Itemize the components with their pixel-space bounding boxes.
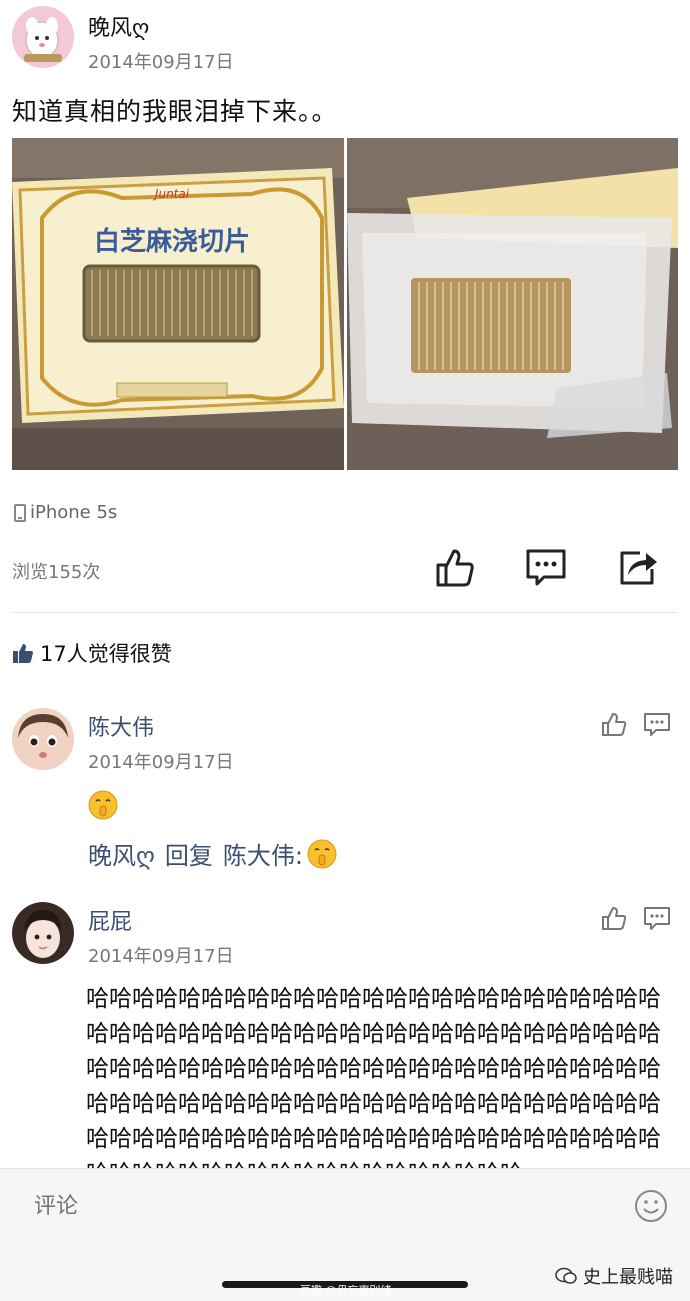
- view-count: 浏览155次: [12, 562, 101, 583]
- commenter-avatar[interactable]: [12, 902, 74, 964]
- share-icon: [620, 551, 657, 585]
- post-header: 晚风ღ 2014年09月17日: [12, 6, 672, 73]
- comment-icon: [644, 907, 670, 930]
- comment-icon: [526, 549, 566, 586]
- comment-reply-button[interactable]: [643, 904, 671, 932]
- comment-reply-button[interactable]: [643, 710, 671, 738]
- comment-date: 2014年09月17日: [88, 752, 234, 773]
- reply-to-user[interactable]: 陈大伟:: [223, 836, 303, 871]
- comment-like-button[interactable]: [600, 904, 628, 932]
- comment-like-button[interactable]: [600, 710, 628, 738]
- smiley-icon: [635, 1190, 667, 1222]
- thumbs-up-filled-icon: [13, 644, 33, 663]
- reply-from-user[interactable]: 晚风ღ: [88, 836, 155, 871]
- post-photo-box[interactable]: 白芝麻浇切片 Juntai: [12, 138, 344, 470]
- like-button[interactable]: [432, 545, 476, 589]
- section-divider: [12, 612, 678, 613]
- device-name: iPhone 5s: [30, 502, 118, 523]
- share-button[interactable]: [616, 545, 660, 589]
- device-info: iPhone 5s: [14, 502, 117, 523]
- shush-emoji: [307, 839, 337, 869]
- comment-button[interactable]: [524, 545, 568, 589]
- post-photo-tray[interactable]: [347, 138, 678, 470]
- emoji-button[interactable]: [634, 1189, 668, 1223]
- comment-date: 2014年09月17日: [88, 946, 234, 967]
- post-text: 知道真相的我眼泪掉下来。。: [12, 97, 338, 126]
- commenter-avatar[interactable]: [12, 708, 74, 770]
- comment-text: 哈哈哈哈哈哈哈哈哈哈哈哈哈哈哈哈哈哈哈哈哈哈哈哈哈哈哈哈哈哈哈哈哈哈哈哈哈哈哈哈…: [86, 986, 661, 1187]
- wechat-icon: [555, 1267, 577, 1284]
- comment-bar: 豆瓣 @毋忘离别绪 史上最贱喵: [0, 1168, 690, 1301]
- watermark: 史上最贱喵: [555, 1263, 673, 1289]
- watermark-small: 豆瓣 @毋忘离别绪: [300, 1284, 392, 1297]
- likes-summary[interactable]: 17人觉得很赞: [12, 638, 172, 668]
- box-brand: Juntai: [153, 187, 190, 201]
- reply-word: 回复: [164, 842, 213, 870]
- commenter-name[interactable]: 陈大伟: [88, 710, 154, 742]
- commenter-name[interactable]: 屁屁: [88, 904, 132, 936]
- phone-icon: [14, 503, 26, 522]
- thumbs-up-icon: [602, 713, 627, 736]
- watermark-brand: 史上最贱喵: [583, 1267, 673, 1288]
- post-date: 2014年09月17日: [88, 52, 234, 73]
- post-author-name[interactable]: 晚风ღ: [88, 10, 149, 42]
- box-product-name: 白芝麻浇切片: [94, 226, 250, 257]
- likes-summary-text: 17人觉得很赞: [40, 642, 172, 666]
- thumbs-up-icon: [602, 907, 627, 930]
- author-avatar[interactable]: [12, 6, 74, 68]
- reply-line: 晚风ღ 回复 陈大伟:: [88, 836, 337, 871]
- thumbs-up-icon: [436, 549, 474, 587]
- comment-icon: [644, 713, 670, 736]
- shush-emoji: [88, 790, 118, 820]
- comment-item: 屁屁 2014年09月17日 哈哈哈哈哈哈哈哈哈哈哈哈哈哈哈哈哈哈哈哈哈哈哈哈哈…: [0, 902, 690, 1187]
- comment-item: 陈大伟 2014年09月17日 晚风ღ 回复 陈大伟:: [0, 708, 690, 871]
- comment-input[interactable]: [34, 1193, 594, 1219]
